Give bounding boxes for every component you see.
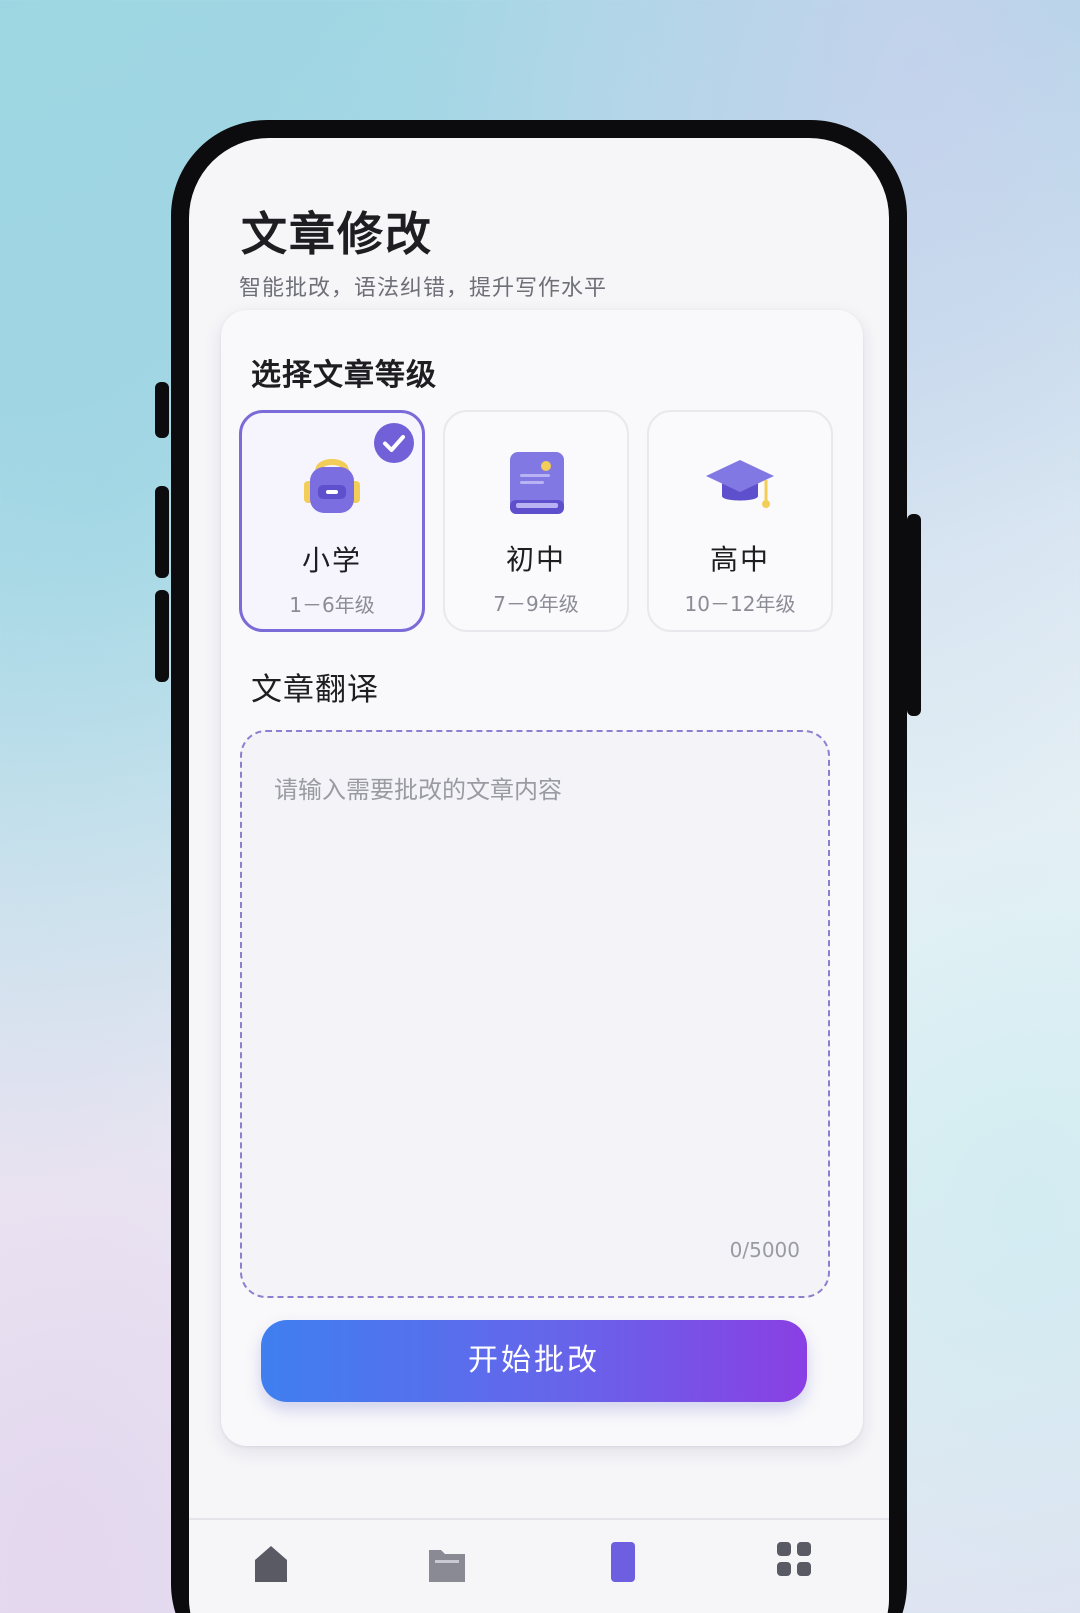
input-section-title: 文章翻译 (251, 672, 379, 708)
book-icon (500, 446, 572, 518)
app-screen: 文章修改 智能批改，语法纠错，提升写作水平 选择文章等级 小学 1－6年级 初中… (189, 138, 889, 1613)
page-title: 文章修改 (241, 207, 433, 261)
edit-icon[interactable] (601, 1538, 645, 1582)
start-correction-button[interactable]: 开始批改 (261, 1320, 807, 1402)
essay-input[interactable] (272, 768, 796, 1232)
level-range: 1－6年级 (289, 593, 375, 617)
check-icon (374, 423, 414, 463)
grid-icon[interactable] (773, 1538, 817, 1582)
essay-card: 选择文章等级 小学 1－6年级 初中 7－9年级 高中 10－12年级 文章翻译… (221, 310, 863, 1446)
folder-icon[interactable] (425, 1538, 469, 1582)
home-icon[interactable] (249, 1538, 293, 1582)
char-counter: 0/5000 (729, 1238, 800, 1262)
level-range: 7－9年级 (493, 592, 579, 616)
level-name: 高中 (709, 543, 770, 576)
essay-input-box: 0/5000 (240, 730, 830, 1298)
mute-switch (155, 382, 169, 438)
level-range: 10－12年级 (684, 592, 796, 616)
graduation-cap-icon (704, 446, 776, 518)
level-options: 小学 1－6年级 初中 7－9年级 高中 10－12年级 (239, 410, 849, 632)
level-name: 初中 (505, 543, 566, 576)
level-option-primary[interactable]: 小学 1－6年级 (239, 410, 425, 632)
page-subtitle: 智能批改，语法纠错，提升写作水平 (239, 276, 608, 301)
level-name: 小学 (301, 544, 362, 577)
power-button (907, 514, 921, 716)
phone-frame: 文章修改 智能批改，语法纠错，提升写作水平 选择文章等级 小学 1－6年级 初中… (155, 120, 921, 1613)
level-option-middle[interactable]: 初中 7－9年级 (443, 410, 629, 632)
volume-down-button (155, 590, 169, 682)
volume-up-button (155, 486, 169, 578)
bottom-tab-bar (189, 1518, 889, 1613)
level-option-high[interactable]: 高中 10－12年级 (647, 410, 833, 632)
backpack-icon (296, 447, 368, 519)
level-section-title: 选择文章等级 (251, 358, 437, 393)
